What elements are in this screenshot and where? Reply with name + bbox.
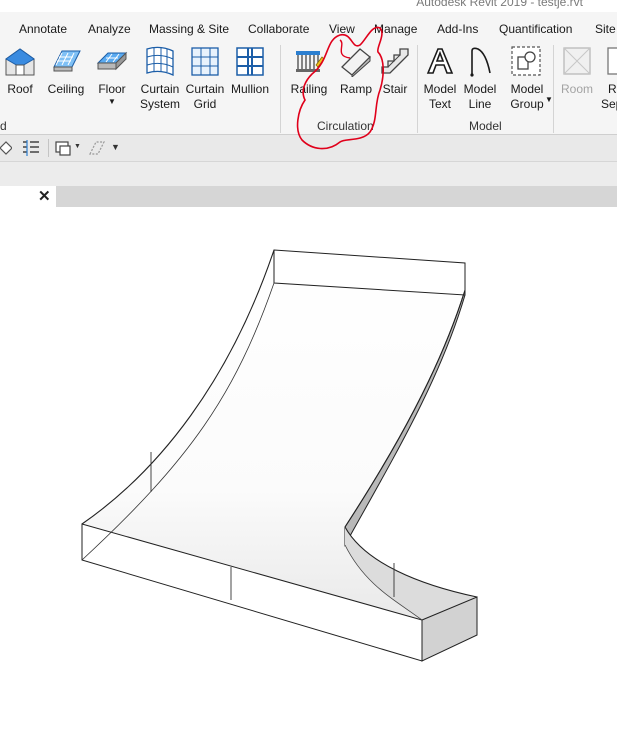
room-separator-button[interactable]: Ro Sep (600, 41, 617, 117)
options-toolbar: ▼ ▼ (0, 135, 617, 162)
floor-icon (96, 51, 128, 71)
room-label: Room (560, 82, 593, 96)
room-icon (563, 47, 591, 75)
toolbar-divider (48, 139, 49, 157)
ramp-button[interactable]: Ramp (336, 41, 376, 117)
select-window-dropdown-icon[interactable]: ▼ (74, 143, 81, 150)
tab-quantification[interactable]: Quantification (499, 22, 572, 36)
mullion-label: Mullion (230, 82, 269, 96)
room-separator-label-2: Sep (601, 97, 617, 111)
tab-add-ins[interactable]: Add-Ins (437, 22, 478, 36)
floor-button[interactable]: Floor ▼ (93, 41, 131, 117)
curtain-grid-button[interactable]: Curtain Grid (183, 41, 227, 117)
ribbon-panel-area: Roof Ceiling Floor ▼ Curtain System Curt… (0, 41, 617, 135)
model-group-icon (511, 46, 541, 76)
mullion-icon (236, 47, 264, 76)
model-line-label-1: Model (463, 82, 497, 96)
circulation-panel-title: Circulation (317, 119, 374, 133)
ceiling-icon (53, 50, 81, 72)
model-group-button[interactable]: Model Group ▼ (505, 41, 553, 117)
curtain-grid-label-2: Grid (193, 97, 217, 111)
model-text-label-2: Text (428, 97, 451, 111)
tab-annotate[interactable]: Annotate (19, 22, 67, 36)
room-separator-label-1: Ro (608, 82, 617, 96)
panel-separator (280, 45, 281, 133)
curtain-grid-icon (191, 47, 219, 76)
room-button[interactable]: Room (557, 41, 597, 117)
select-window-icon[interactable] (54, 139, 72, 157)
ceiling-button[interactable]: Ceiling (44, 41, 88, 117)
window-title: Autodesk Revit 2019 - testje.rvt (416, 0, 583, 9)
tab-site[interactable]: Site (595, 22, 616, 36)
model-text-icon (426, 48, 454, 74)
roof-icon (5, 48, 35, 76)
view-tab-bar: ✕ (0, 186, 617, 207)
curtain-system-icon (146, 46, 174, 77)
tab-manage[interactable]: Manage (374, 22, 417, 36)
roof-button[interactable]: Roof (0, 41, 40, 117)
close-view-icon[interactable]: ✕ (38, 187, 51, 205)
panel-separator (553, 45, 554, 133)
title-bar: Autodesk Revit 2019 - testje.rvt (0, 0, 617, 12)
model-group-dropdown-icon[interactable]: ▼ (545, 92, 553, 107)
model-text-button[interactable]: Model Text (420, 41, 460, 117)
ribbon-tab-bar: Annotate Analyze Massing & Site Collabor… (0, 12, 617, 42)
options-bar (0, 162, 617, 186)
tab-view[interactable]: View (329, 22, 355, 36)
toolbar-dropdown-icon[interactable]: ▼ (111, 142, 120, 152)
tab-analyze[interactable]: Analyze (88, 22, 131, 36)
curtain-system-label-1: Curtain (140, 82, 180, 96)
tab-collaborate[interactable]: Collaborate (248, 22, 309, 36)
tab-massing-site[interactable]: Massing & Site (149, 22, 229, 36)
model-text-label-1: Model (423, 82, 457, 96)
view-tab[interactable]: ✕ (0, 186, 56, 207)
railing-icon (296, 51, 325, 72)
model-group-label-2: Group (510, 97, 544, 111)
floor-dropdown-icon[interactable]: ▼ (93, 94, 131, 109)
ceiling-label: Ceiling (47, 82, 85, 96)
model-group-label-1: Model (510, 82, 544, 96)
railing-label: Railing (290, 82, 328, 96)
stair-label: Stair (382, 82, 408, 96)
diamond-icon[interactable] (0, 140, 12, 156)
model-line-button[interactable]: Model Line (460, 41, 500, 117)
stair-icon (381, 48, 409, 74)
model-line-icon (470, 47, 491, 77)
model-line-label-2: Line (468, 97, 492, 111)
curtain-grid-label-1: Curtain (185, 82, 225, 96)
curtain-system-label-2: System (139, 97, 180, 111)
filter-selection-icon[interactable] (88, 140, 106, 156)
mullion-button[interactable]: Mullion (228, 41, 272, 117)
room-separator-icon (607, 47, 617, 75)
ramp-3d-model (81, 249, 478, 662)
ramp-icon (341, 48, 371, 77)
model-panel-title: Model (469, 119, 502, 133)
3d-view-canvas[interactable] (0, 207, 617, 742)
curtain-system-button[interactable]: Curtain System (138, 41, 182, 117)
build-panel-title: d (0, 119, 7, 133)
properties-list-icon[interactable] (22, 140, 40, 156)
panel-separator (417, 45, 418, 133)
railing-button[interactable]: Railing (288, 41, 330, 117)
stair-button[interactable]: Stair (378, 41, 412, 117)
ramp-label: Ramp (339, 82, 372, 96)
roof-label: Roof (7, 82, 33, 96)
